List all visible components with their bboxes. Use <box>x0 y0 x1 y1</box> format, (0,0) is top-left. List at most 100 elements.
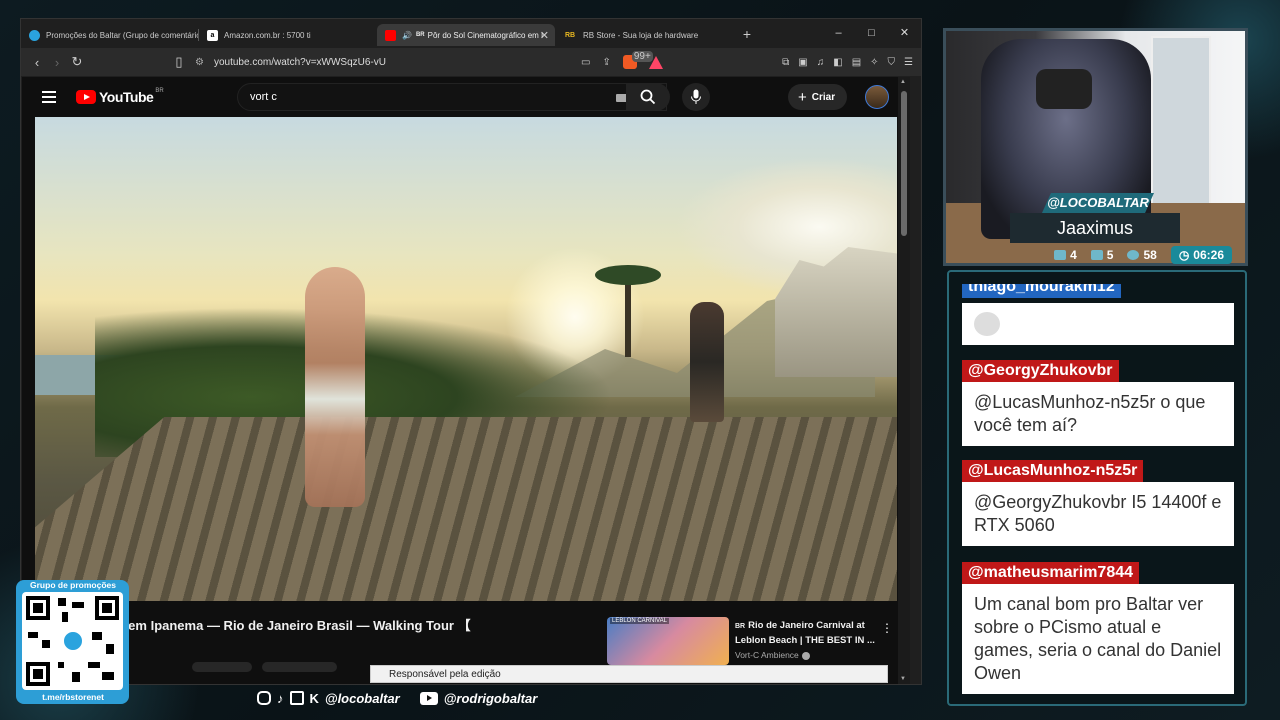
address-bar: ‹ › ↻ ▯ ⚙ youtube.com/watch?v=xWWSqzU6-v… <box>21 48 921 76</box>
stream-stats: 4 5 58 ◷ 06:26 <box>958 244 1238 266</box>
chat-username: @GeorgyZhukovbr <box>962 360 1119 382</box>
url-text: youtube.com/watch?v=xWWSqzU6-vU <box>213 56 386 68</box>
youtube-logo[interactable]: YouTube BR <box>76 88 164 105</box>
tab-badge: BR <box>415 32 425 38</box>
menu-icon[interactable]: ☰ <box>904 57 913 68</box>
youtube-play-icon <box>76 90 96 104</box>
microphone-icon <box>691 89 701 104</box>
leo-ai-icon[interactable]: ✧ <box>870 57 878 68</box>
rb-store-icon: RB <box>564 31 576 39</box>
recommended-video[interactable]: LEBLON CARNIVAL BR Rio de Janeiro Carniva… <box>607 617 897 665</box>
brave-shields-icon[interactable]: 99+ <box>622 51 653 69</box>
streamer-name: Jaaximus <box>1010 213 1180 243</box>
sidebar-icon[interactable]: ◧ <box>833 57 842 68</box>
chat-message: @matheusmarim7844 Um canal bom pro Balta… <box>962 562 1234 694</box>
vpn-shield-icon[interactable]: ⛉ <box>888 57 896 68</box>
plus-icon: + <box>798 88 807 106</box>
youtube-handle: @rodrigobaltar <box>443 690 538 706</box>
tab-title: Amazon.com.br : 5700 ti <box>224 30 311 40</box>
recommended-title[interactable]: BR Rio de Janeiro Carnival at Leblon Beac… <box>735 619 885 648</box>
scrollbar[interactable]: ▲ ▼ <box>898 77 910 684</box>
search-icon <box>640 89 656 105</box>
verified-icon <box>801 651 810 660</box>
screenshot-icon[interactable]: ▣ <box>798 57 807 68</box>
social-links: ♪ K @locobaltar @rodrigobaltar <box>257 688 537 708</box>
social-handle: @locobaltar <box>324 690 400 706</box>
chat-message: thiago_mourakm12 <box>962 284 1234 345</box>
share-icon[interactable]: ⇪ <box>602 57 610 68</box>
emoji-sticker-icon <box>974 312 1000 336</box>
youtube-icon <box>1090 250 1103 260</box>
create-button[interactable]: + Criar <box>788 84 848 110</box>
youtube-icon <box>419 691 438 705</box>
tab-title: Pôr do Sol Cinematográfico em I <box>427 30 544 40</box>
kick-icon: K <box>309 690 319 706</box>
youtube-icon <box>385 29 396 41</box>
tab-title: Promoções do Baltar (Grupo de comentário <box>46 30 199 40</box>
status-bar: Responsável pela edição <box>370 665 888 683</box>
search-input[interactable]: vort c ✕ <box>237 83 667 111</box>
speaker-icon[interactable]: 🔊 <box>402 31 412 40</box>
chat-message: @LucasMunhoz-n5z5r @GeorgyZhukovbr I5 14… <box>962 460 1234 546</box>
account-avatar[interactable] <box>865 85 889 109</box>
new-tab-button[interactable]: + <box>737 26 757 42</box>
more-options-icon[interactable]: ⋮ <box>881 621 893 635</box>
window-controls: – □ ✕ <box>822 19 921 48</box>
clock-icon: ◷ <box>1178 248 1190 262</box>
chat-panel: thiago_mourakm12 @GeorgyZhukovbr @LucasM… <box>947 270 1247 706</box>
promo-title: Grupo de promoções <box>30 580 116 590</box>
tab-amazon[interactable]: a Amazon.com.br : 5700 ti <box>199 24 377 46</box>
promo-url: t.me/rbstorenet <box>42 692 104 702</box>
minimize-button[interactable]: – <box>822 19 855 48</box>
tab-telegram[interactable]: Promoções do Baltar (Grupo de comentário <box>21 24 199 46</box>
action-button[interactable] <box>192 662 252 672</box>
youtube-header: YouTube BR vort c ✕ + Criar <box>22 77 910 117</box>
chat-body <box>962 303 1234 345</box>
streamer-handle: @LOCOBALTAR <box>1042 193 1154 213</box>
youtube-page: YouTube BR vort c ✕ + Criar <box>22 77 910 684</box>
cast-icon[interactable]: ▭ <box>581 57 590 68</box>
amazon-icon: a <box>207 29 218 41</box>
chat-body: @GeorgyZhukovbr I5 14400f e RTX 5060 <box>962 482 1234 546</box>
wallet-icon[interactable]: ▤ <box>852 57 861 68</box>
music-icon[interactable]: ♫ <box>817 57 825 68</box>
search-button[interactable] <box>626 83 670 111</box>
voice-search-button[interactable] <box>682 83 710 111</box>
twitch-icon <box>289 691 304 705</box>
action-button[interactable] <box>262 662 337 672</box>
extensions-icon[interactable]: ⧉ <box>782 57 789 68</box>
chat-body: @LucasMunhoz-n5z5r o que você tem aí? <box>962 382 1234 446</box>
close-tab-icon[interactable]: ✕ <box>540 29 549 42</box>
channel-name[interactable]: Vort-C Ambience <box>735 650 810 660</box>
site-settings-icon[interactable]: ⚙ <box>195 57 204 68</box>
chat-message: @GeorgyZhukovbr @LucasMunhoz-n5z5r o que… <box>962 360 1234 446</box>
forward-button[interactable]: › <box>47 55 67 70</box>
chat-body: Um canal bom pro Baltar ver sobre o PCis… <box>962 584 1234 694</box>
reload-button[interactable]: ↻ <box>67 54 87 70</box>
qr-code <box>22 592 123 690</box>
tab-rb-store[interactable]: RB RB Store - Sua loja de hardware <box>555 24 733 46</box>
close-window-button[interactable]: ✕ <box>888 19 921 48</box>
browser-window: Promoções do Baltar (Grupo de comentário… <box>20 18 922 685</box>
chat-username: @LucasMunhoz-n5z5r <box>962 460 1144 482</box>
back-button[interactable]: ‹ <box>27 55 47 70</box>
chat-username: thiago_mourakm12 <box>962 284 1121 298</box>
video-thumbnail[interactable]: LEBLON CARNIVAL <box>607 617 729 665</box>
hamburger-menu-icon[interactable] <box>42 88 56 106</box>
address-actions: ▭ ⇪ 99+ <box>581 48 663 76</box>
tab-youtube-active[interactable]: 🔊 BR Pôr do Sol Cinematográfico em I ✕ <box>377 24 555 46</box>
bookmark-icon[interactable]: ▯ <box>169 54 189 70</box>
tab-title: RB Store - Sua loja de hardware <box>583 30 699 40</box>
tiktok-icon: ♪ <box>277 690 284 706</box>
video-player[interactable] <box>35 117 897 601</box>
toolbar-icons: ⧉ ▣ ♫ ◧ ▤ ✧ ⛉ ☰ <box>782 48 913 76</box>
telegram-icon <box>62 630 84 652</box>
telegram-icon <box>29 29 40 41</box>
viewers-icon <box>1127 250 1140 260</box>
chat-username: @matheusmarim7844 <box>962 562 1140 584</box>
maximize-button[interactable]: □ <box>855 19 888 48</box>
instagram-icon <box>257 691 271 705</box>
tab-strip: Promoções do Baltar (Grupo de comentário… <box>21 19 921 48</box>
chat-icon <box>1054 250 1067 260</box>
url-field[interactable]: ⚙ youtube.com/watch?v=xWWSqzU6-vU <box>195 57 386 68</box>
